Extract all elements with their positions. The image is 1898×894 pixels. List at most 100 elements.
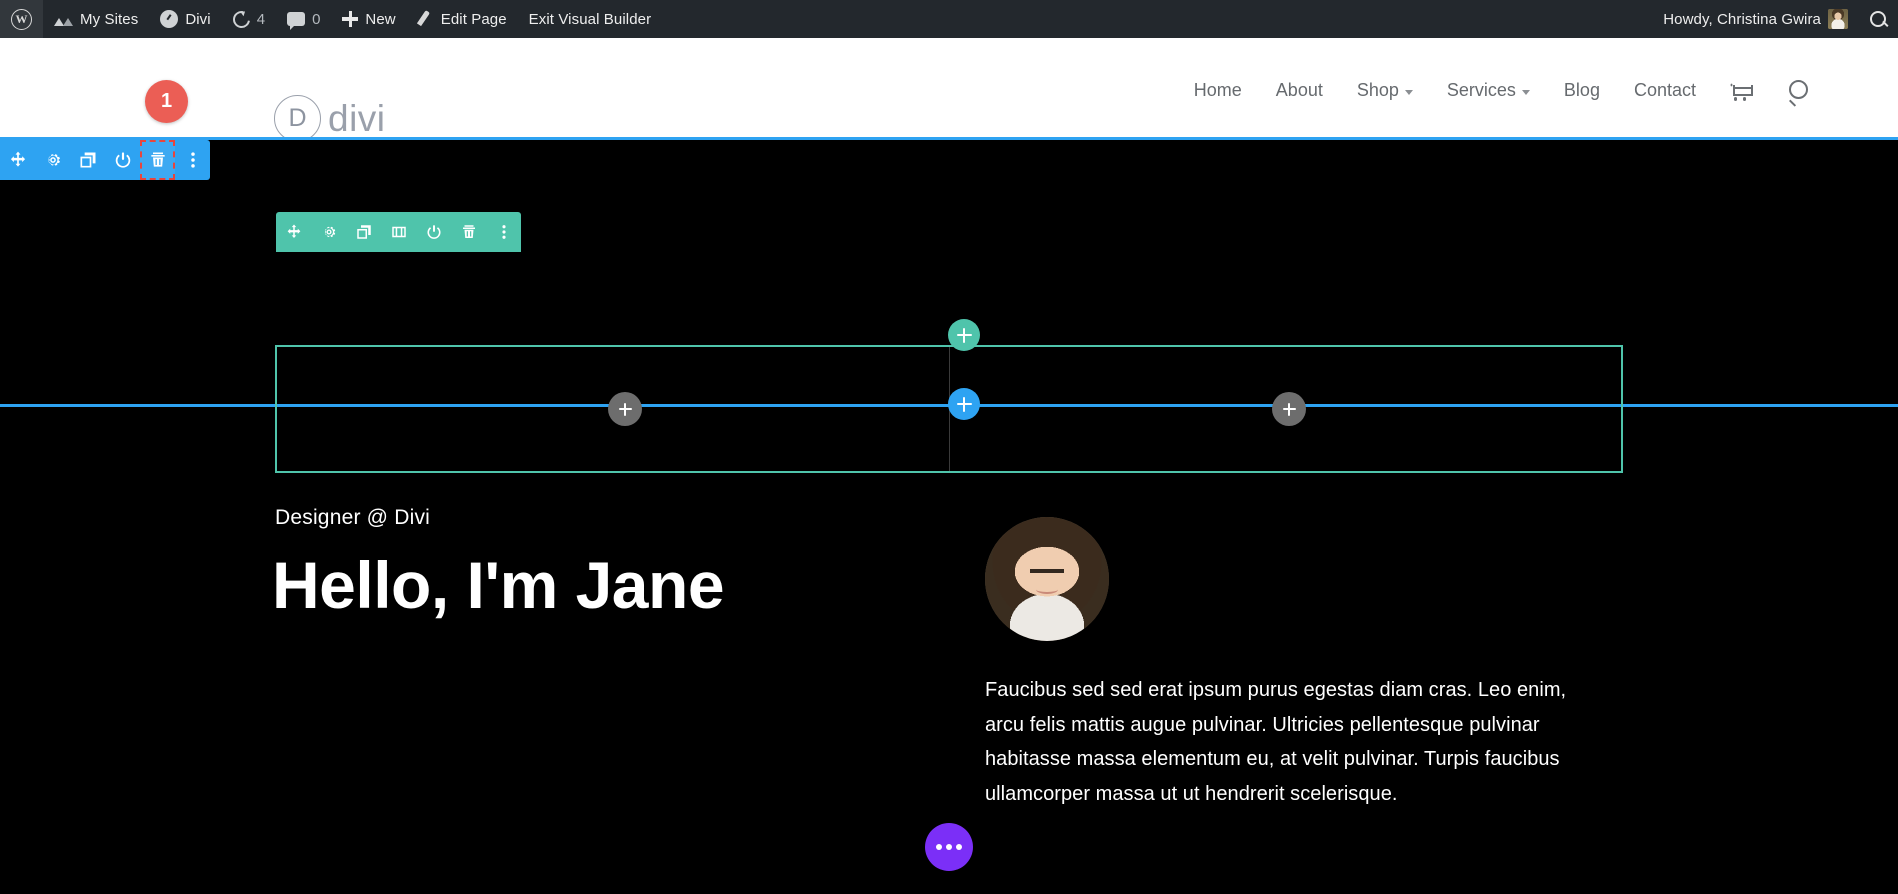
columns-icon: [390, 223, 408, 241]
row-move-handle[interactable]: [276, 212, 311, 252]
site-header: divi Home About Shop Services Blog Conta…: [0, 38, 1898, 143]
nav-item-contact[interactable]: Contact: [1617, 80, 1713, 101]
divi-label: Divi: [185, 11, 210, 28]
move-icon: [285, 223, 303, 241]
body-paragraph: Faucibus sed sed erat ipsum purus egesta…: [985, 673, 1595, 811]
dots-vertical-icon: [183, 150, 203, 170]
plus-icon: [619, 403, 632, 416]
nav-item-services[interactable]: Services: [1430, 80, 1547, 101]
dots-horizontal-icon: [936, 844, 942, 850]
cart-icon: [1730, 82, 1753, 100]
dots-horizontal-icon: [946, 844, 952, 850]
section-more-button[interactable]: [175, 140, 210, 180]
pencil-icon: [418, 11, 434, 27]
main-navigation: Home About Shop Services Blog Contact: [1177, 38, 1826, 143]
comments-menu[interactable]: 0: [276, 0, 331, 38]
sites-icon: [54, 11, 73, 27]
row-delete-button[interactable]: [451, 212, 486, 252]
edit-page-menu[interactable]: Edit Page: [407, 0, 518, 38]
my-sites-label: My Sites: [80, 11, 138, 28]
search-icon: [1787, 80, 1809, 102]
account-menu[interactable]: Howdy, Christina Gwira: [1652, 0, 1859, 38]
page-content: [0, 410, 1898, 894]
nav-label: Contact: [1634, 80, 1696, 101]
row-disable-button[interactable]: [416, 212, 451, 252]
new-label: New: [365, 11, 395, 28]
nav-label: Home: [1194, 80, 1242, 101]
section-settings-button[interactable]: [35, 140, 70, 180]
updates-count: 4: [257, 11, 265, 28]
section-move-handle[interactable]: [0, 140, 35, 180]
nav-label: Shop: [1357, 80, 1399, 101]
trash-icon: [148, 150, 168, 170]
eyebrow-text: Designer @ Divi: [275, 506, 430, 530]
read-more-button[interactable]: [925, 823, 973, 871]
portrait-smile: [1036, 585, 1058, 594]
new-content-menu[interactable]: New: [331, 0, 406, 38]
row-columns-button[interactable]: [381, 212, 416, 252]
nav-item-about[interactable]: About: [1259, 80, 1340, 101]
gear-icon: [320, 223, 338, 241]
move-icon: [8, 150, 28, 170]
plus-icon: [957, 397, 972, 412]
power-icon: [425, 223, 443, 241]
updates-menu[interactable]: 4: [222, 0, 276, 38]
row-settings-button[interactable]: [311, 212, 346, 252]
nav-label: Blog: [1564, 80, 1600, 101]
wp-logo-menu[interactable]: [0, 0, 43, 38]
plus-icon: [1283, 403, 1296, 416]
dots-horizontal-icon: [956, 844, 962, 850]
add-section-button[interactable]: [948, 388, 980, 420]
howdy-label: Howdy, Christina Gwira: [1663, 11, 1821, 28]
portrait-image: [985, 517, 1109, 641]
gear-icon: [43, 150, 63, 170]
profile-photo: [985, 517, 1109, 641]
refresh-icon: [229, 7, 253, 31]
exit-visual-builder-button[interactable]: Exit Visual Builder: [518, 0, 663, 38]
chevron-down-icon: [1405, 90, 1413, 95]
chevron-down-icon: [1522, 90, 1530, 95]
divi-menu[interactable]: Divi: [149, 0, 221, 38]
wp-admin-bar: My Sites Divi 4 0 New Edit Page Exit Vis…: [0, 0, 1898, 38]
power-icon: [113, 150, 133, 170]
portrait-eyes: [1030, 569, 1064, 573]
add-row-button[interactable]: [948, 319, 980, 351]
my-sites-menu[interactable]: My Sites: [43, 0, 149, 38]
avatar: [1828, 9, 1848, 29]
nav-item-blog[interactable]: Blog: [1547, 80, 1617, 101]
wordpress-logo-icon: [11, 9, 32, 30]
comments-count: 0: [312, 11, 320, 28]
section-toolbar: [0, 140, 210, 180]
add-module-button-column-2[interactable]: [1272, 392, 1306, 426]
trash-icon: [460, 223, 478, 241]
duplicate-icon: [78, 150, 98, 170]
duplicate-icon: [355, 223, 373, 241]
divi-circle-logo-icon: [274, 95, 321, 142]
nav-label: Services: [1447, 80, 1516, 101]
site-logo-text: divi: [328, 100, 386, 137]
row-toolbar: [276, 212, 521, 252]
section-delete-button[interactable]: [140, 140, 175, 180]
page-title: Hello, I'm Jane: [272, 551, 724, 620]
row-more-button[interactable]: [486, 212, 521, 252]
search-icon: [1870, 11, 1887, 28]
edit-page-label: Edit Page: [441, 11, 507, 28]
exit-visual-builder-label: Exit Visual Builder: [529, 11, 652, 28]
plus-icon: [957, 328, 972, 343]
row-clone-button[interactable]: [346, 212, 381, 252]
builder-section[interactable]: [0, 137, 1898, 407]
section-disable-button[interactable]: [105, 140, 140, 180]
section-clone-button[interactable]: [70, 140, 105, 180]
nav-item-shop[interactable]: Shop: [1340, 80, 1430, 101]
step-badge: 1: [145, 80, 188, 123]
divi-icon: [160, 10, 178, 28]
add-module-button-column-1[interactable]: [608, 392, 642, 426]
plus-icon: [342, 11, 358, 27]
dots-vertical-icon: [495, 223, 513, 241]
adminbar-search-button[interactable]: [1859, 0, 1898, 38]
header-search-button[interactable]: [1770, 80, 1826, 102]
comment-icon: [287, 12, 305, 26]
nav-item-home[interactable]: Home: [1177, 80, 1259, 101]
site-logo[interactable]: divi: [274, 95, 386, 142]
cart-button[interactable]: [1713, 82, 1770, 100]
